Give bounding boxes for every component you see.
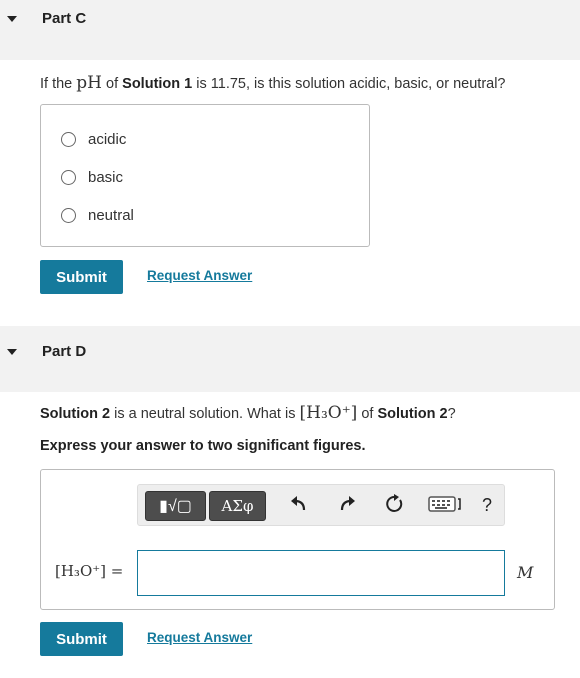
collapse-caret-icon[interactable] <box>7 349 17 355</box>
submit-button[interactable]: Submit <box>40 260 123 294</box>
option-neutral[interactable]: neutral <box>61 204 134 226</box>
solution-name: Solution 2 <box>40 406 111 422</box>
reset-icon[interactable] <box>385 494 405 519</box>
undo-icon[interactable] <box>290 494 308 519</box>
help-icon[interactable]: ? <box>482 495 492 516</box>
redo-icon[interactable] <box>338 494 356 519</box>
solution-name: Solution 1 <box>122 76 193 92</box>
radio-button[interactable] <box>61 207 76 223</box>
question-text: If the <box>40 76 77 92</box>
question-text: ? <box>447 406 456 422</box>
question-text: of <box>357 406 378 422</box>
radio-button[interactable] <box>61 169 76 185</box>
ph-symbol: pH <box>76 73 102 93</box>
answer-label: [H₃O⁺] = <box>55 562 124 580</box>
question-text: of <box>102 76 123 92</box>
radio-button[interactable] <box>61 131 76 147</box>
answer-entry-box: ▮√▢ ΑΣφ ? [H₃O⁺] = M <box>40 469 555 610</box>
option-label[interactable]: acidic <box>88 131 126 148</box>
question-text: is 11.75, is this solution acidic, basic… <box>192 76 506 92</box>
submit-button[interactable]: Submit <box>40 622 123 656</box>
answer-input[interactable] <box>137 550 505 596</box>
unit-label: M <box>517 563 534 582</box>
part-c-header[interactable]: Part C <box>0 0 580 60</box>
instruction-text: Express your answer to two significant f… <box>40 438 366 454</box>
option-basic[interactable]: basic <box>61 166 123 188</box>
part-d-title: Part D <box>42 343 87 360</box>
question-text: is a neutral solution. What is <box>110 406 300 422</box>
part-d-question: Solution 2 is a neutral solution. What i… <box>40 403 456 423</box>
greek-symbols-button[interactable]: ΑΣφ <box>209 491 266 521</box>
request-answer-link[interactable]: Request Answer <box>147 268 252 283</box>
request-answer-link[interactable]: Request Answer <box>147 630 252 645</box>
part-c-title: Part C <box>42 10 87 27</box>
templates-button[interactable]: ▮√▢ <box>145 491 206 521</box>
hydronium-expression: [H₃O⁺] <box>299 403 358 423</box>
option-acidic[interactable]: acidic <box>61 128 126 150</box>
option-label[interactable]: basic <box>88 169 123 186</box>
part-d-header[interactable]: Part D <box>0 326 580 392</box>
keyboard-icon[interactable] <box>428 496 462 517</box>
option-label[interactable]: neutral <box>88 207 134 224</box>
collapse-caret-icon[interactable] <box>7 16 17 22</box>
part-c-question: If the pH of Solution 1 is 11.75, is thi… <box>40 73 506 93</box>
solution-name: Solution 2 <box>377 406 448 422</box>
math-toolbar: ▮√▢ ΑΣφ ? <box>137 484 505 526</box>
answer-options: acidic basic neutral <box>40 104 370 247</box>
